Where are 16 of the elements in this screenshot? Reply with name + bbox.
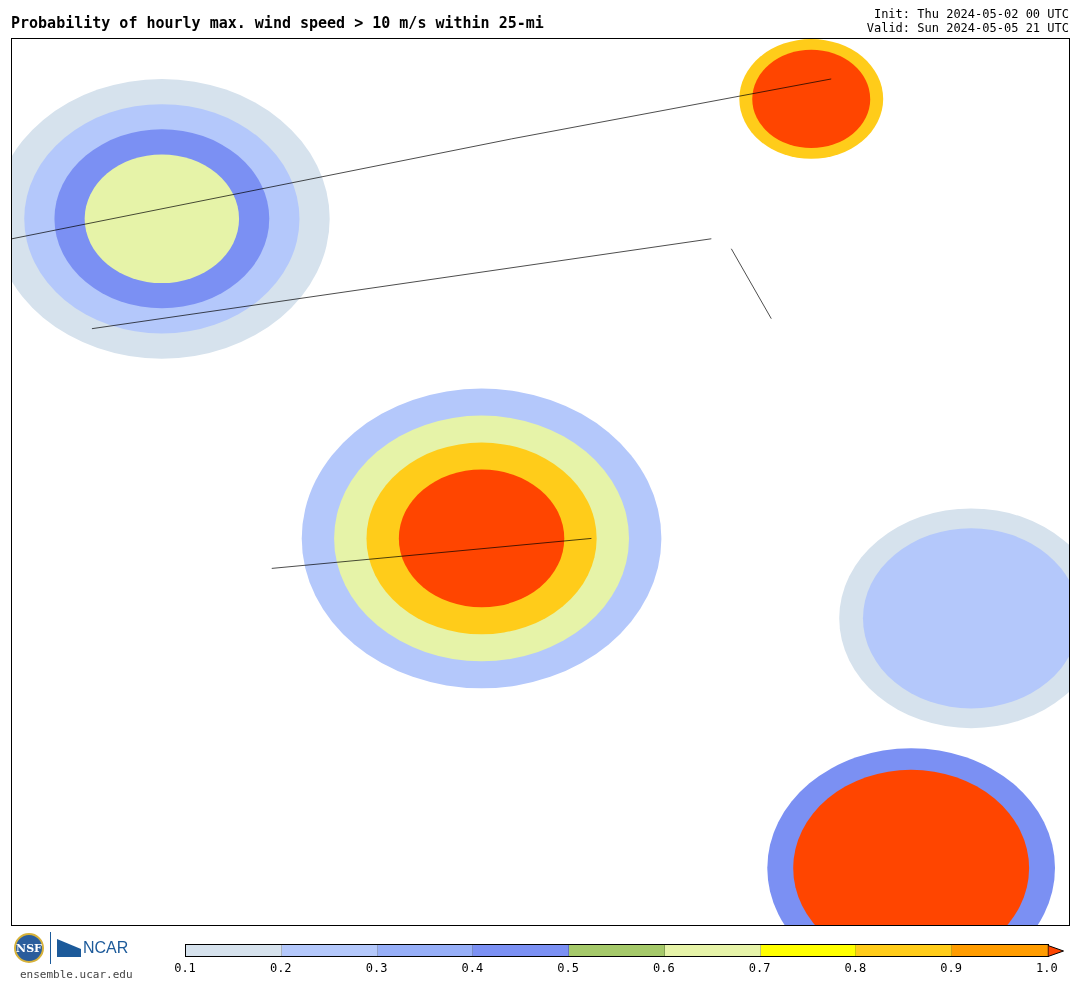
tick-label: 0.5 xyxy=(556,961,580,975)
chart-title: Probability of hourly max. wind speed > 10 m/s within 25-mi xyxy=(11,14,544,32)
website-url: ensemble.ucar.edu xyxy=(20,968,134,981)
tick-label: 0.4 xyxy=(460,961,485,975)
tick-label: 0.2 xyxy=(268,961,293,975)
tick-label: 0.6 xyxy=(652,961,676,975)
tick-label: 0.7 xyxy=(747,961,772,975)
valid-time: Valid: Sun 2024-05-05 21 UTC xyxy=(866,21,1069,35)
tick-label: 0.8 xyxy=(843,961,868,975)
tick-label: 1.0 xyxy=(1035,961,1059,975)
init-time: Init: Thu 2024-05-02 00 UTC xyxy=(872,7,1069,21)
nsf-logo: NSF xyxy=(14,933,44,963)
tick-label: 0.1 xyxy=(173,961,197,975)
ncar-logo: NCAR xyxy=(83,939,129,957)
tick-label: 0.3 xyxy=(364,961,389,975)
tick-label: 0.9 xyxy=(939,961,963,975)
